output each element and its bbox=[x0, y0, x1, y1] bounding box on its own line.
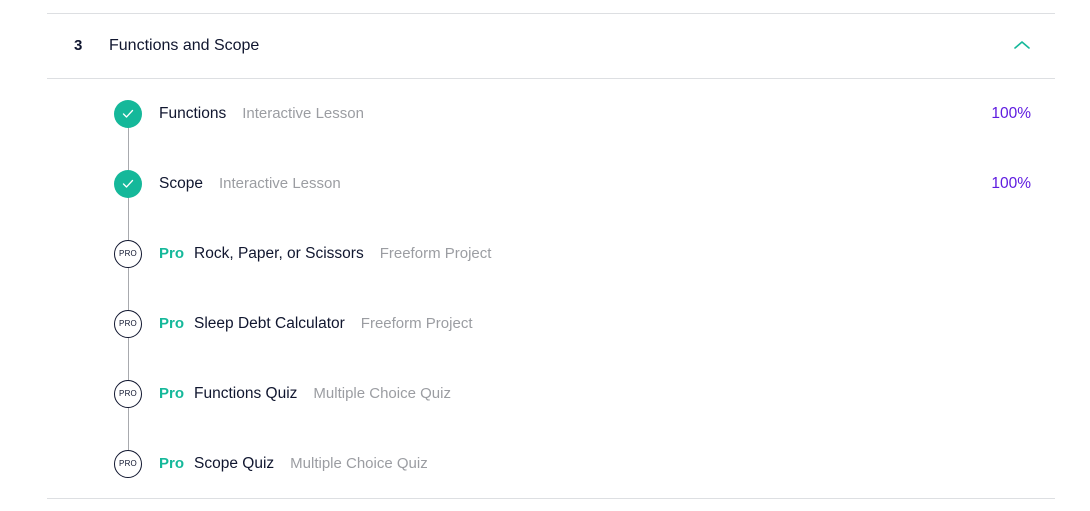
pro-label: Pro bbox=[159, 385, 185, 402]
lesson-text: Pro Scope Quiz Multiple Choice Quiz bbox=[159, 454, 428, 474]
lesson-row-scope[interactable]: Scope Interactive Lesson 100% bbox=[47, 164, 1055, 204]
pro-badge-icon: PRO bbox=[114, 310, 142, 338]
lesson-name: Sleep Debt Calculator bbox=[194, 315, 345, 332]
lesson-text: Functions Interactive Lesson bbox=[159, 104, 364, 124]
module-header[interactable]: 3 Functions and Scope bbox=[47, 14, 1055, 79]
module-section: 3 Functions and Scope Functions Interact… bbox=[47, 13, 1055, 499]
pro-label: Pro bbox=[159, 455, 185, 472]
lesson-text: Pro Functions Quiz Multiple Choice Quiz bbox=[159, 384, 451, 404]
pro-badge-icon: PRO bbox=[114, 450, 142, 478]
lesson-text: Pro Sleep Debt Calculator Freeform Proje… bbox=[159, 314, 473, 334]
pro-badge-icon: PRO bbox=[114, 380, 142, 408]
chevron-up-icon[interactable] bbox=[1013, 38, 1031, 52]
lesson-type: Interactive Lesson bbox=[242, 105, 364, 122]
pro-badge-icon: PRO bbox=[114, 240, 142, 268]
completed-check-icon bbox=[114, 170, 142, 198]
lesson-type: Multiple Choice Quiz bbox=[313, 385, 451, 402]
pro-label: Pro bbox=[159, 315, 185, 332]
lesson-row-sleep-debt-calculator[interactable]: PRO Pro Sleep Debt Calculator Freeform P… bbox=[47, 304, 1055, 344]
lesson-row-rock-paper-scissors[interactable]: PRO Pro Rock, Paper, or Scissors Freefor… bbox=[47, 234, 1055, 274]
lesson-progress: 100% bbox=[991, 105, 1031, 122]
lesson-type: Multiple Choice Quiz bbox=[290, 455, 428, 472]
lesson-type: Interactive Lesson bbox=[218, 175, 341, 192]
lesson-name: Scope Quiz bbox=[194, 455, 275, 472]
lesson-type: Freeform Project bbox=[379, 245, 492, 262]
module-title: Functions and Scope bbox=[109, 37, 260, 54]
lesson-name: Rock, Paper, or Scissors bbox=[194, 245, 364, 262]
module-number: 3 bbox=[74, 37, 83, 54]
lesson-text: Scope Interactive Lesson bbox=[159, 174, 341, 194]
lesson-row-functions[interactable]: Functions Interactive Lesson 100% bbox=[47, 94, 1055, 134]
lesson-name: Scope bbox=[159, 175, 203, 192]
lesson-row-scope-quiz[interactable]: PRO Pro Scope Quiz Multiple Choice Quiz bbox=[47, 444, 1055, 484]
completed-check-icon bbox=[114, 100, 142, 128]
lesson-type: Freeform Project bbox=[360, 315, 473, 332]
lesson-progress: 100% bbox=[991, 175, 1031, 192]
lesson-text: Pro Rock, Paper, or Scissors Freeform Pr… bbox=[159, 244, 491, 264]
lesson-name: Functions bbox=[159, 105, 227, 122]
pro-label: Pro bbox=[159, 245, 185, 262]
lesson-name: Functions Quiz bbox=[194, 385, 298, 402]
lesson-row-functions-quiz[interactable]: PRO Pro Functions Quiz Multiple Choice Q… bbox=[47, 374, 1055, 414]
